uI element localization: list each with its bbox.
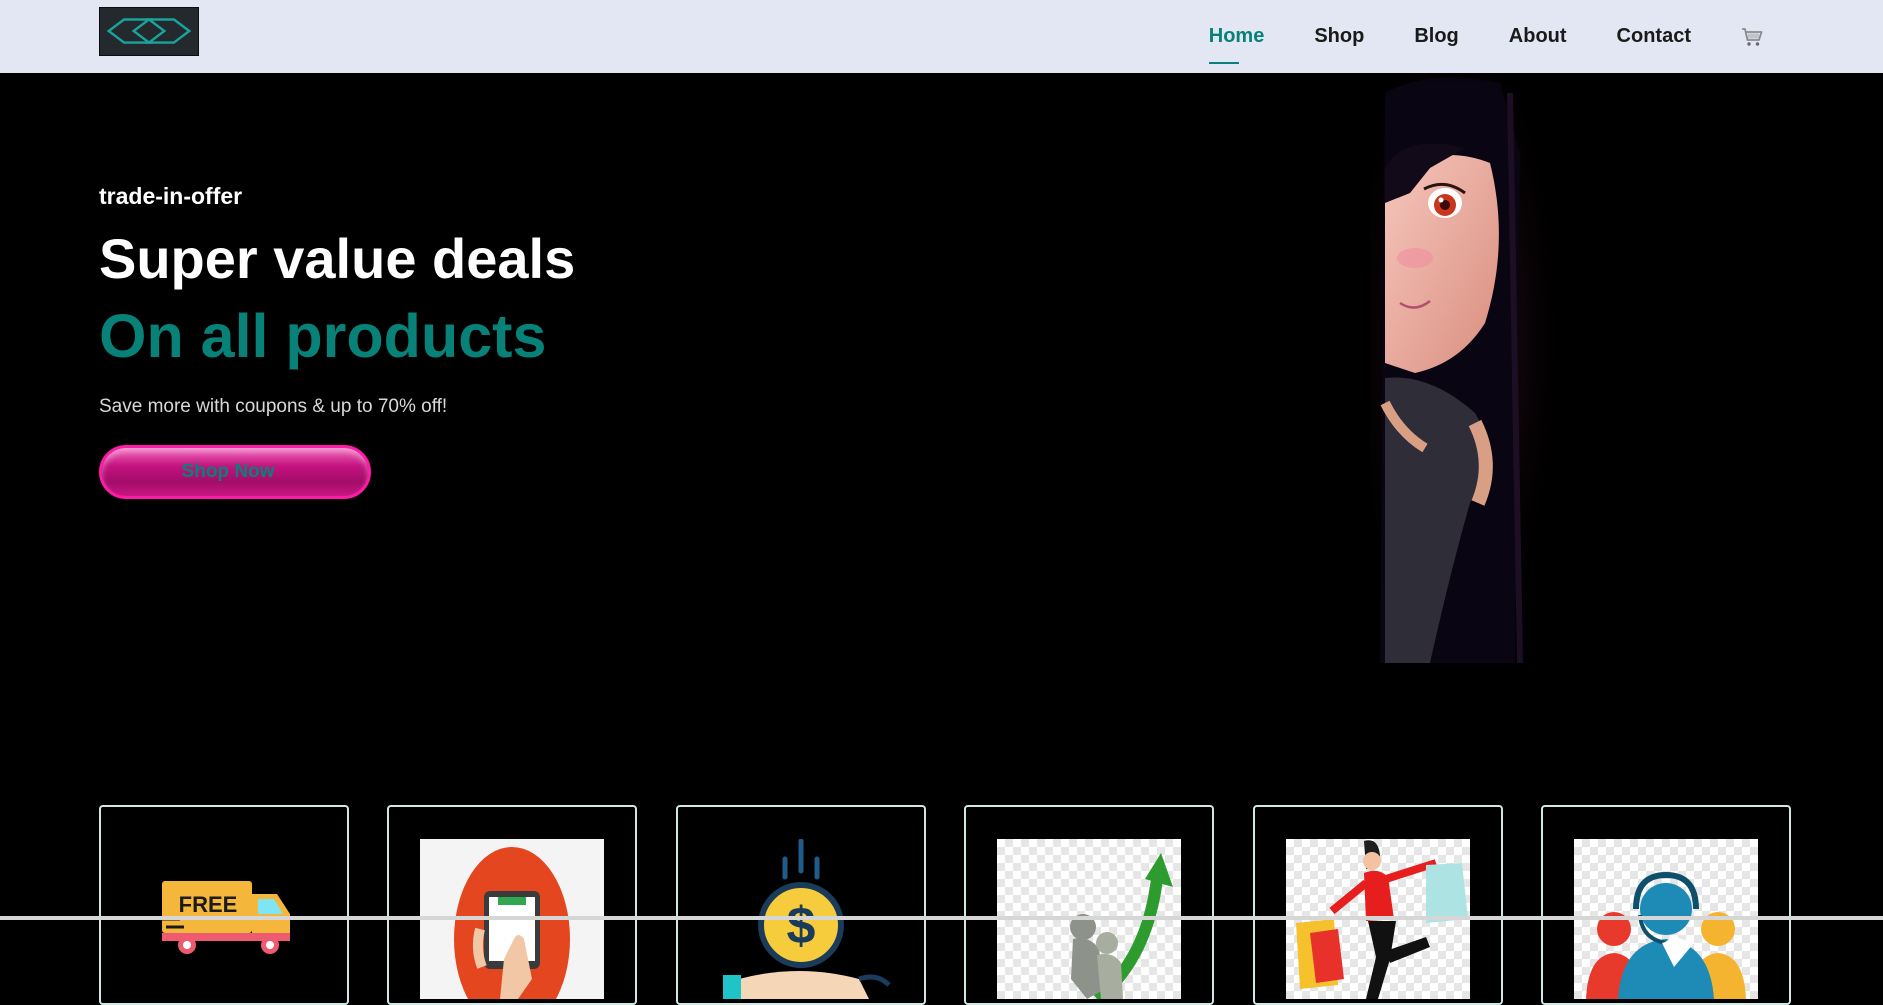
feature-box [1540,805,1791,1005]
main-nav: Home Shop Blog About Contact [1159,0,1763,73]
svg-text:FREE: FREE [179,892,238,917]
feature-box: FREE [99,805,349,1005]
logo-mark-icon [106,18,192,44]
nav-home[interactable]: Home [1208,25,1264,64]
feature-box [387,805,638,1005]
features-row: FREE $ [99,805,1791,1005]
site-logo[interactable] [99,7,199,56]
shopping-cart-icon[interactable] [1741,27,1763,47]
hero-description: Save more with coupons & up to 70% off! [99,396,448,417]
page-bottom-divider [0,916,1883,920]
hero-tagline: trade-in-offer [99,183,243,209]
nav-shop[interactable]: Shop [1314,25,1364,48]
feature-box: $ [675,805,926,1005]
feature-box [964,805,1215,1005]
nav-blog[interactable]: Blog [1414,25,1458,48]
hero-section: trade-in-offer Super value deals On all … [0,73,1883,1005]
feature-box [1252,805,1503,1005]
hero-subheadline: On all products [99,302,547,370]
shop-now-button[interactable]: Shop Now [99,445,371,499]
svg-text:$: $ [786,897,815,955]
hero-headline: Super value deals [99,227,576,290]
navbar: Home Shop Blog About Contact [0,0,1883,73]
nav-about[interactable]: About [1509,25,1567,48]
hero-portrait-image [1370,73,1560,665]
nav-contact[interactable]: Contact [1617,25,1691,48]
